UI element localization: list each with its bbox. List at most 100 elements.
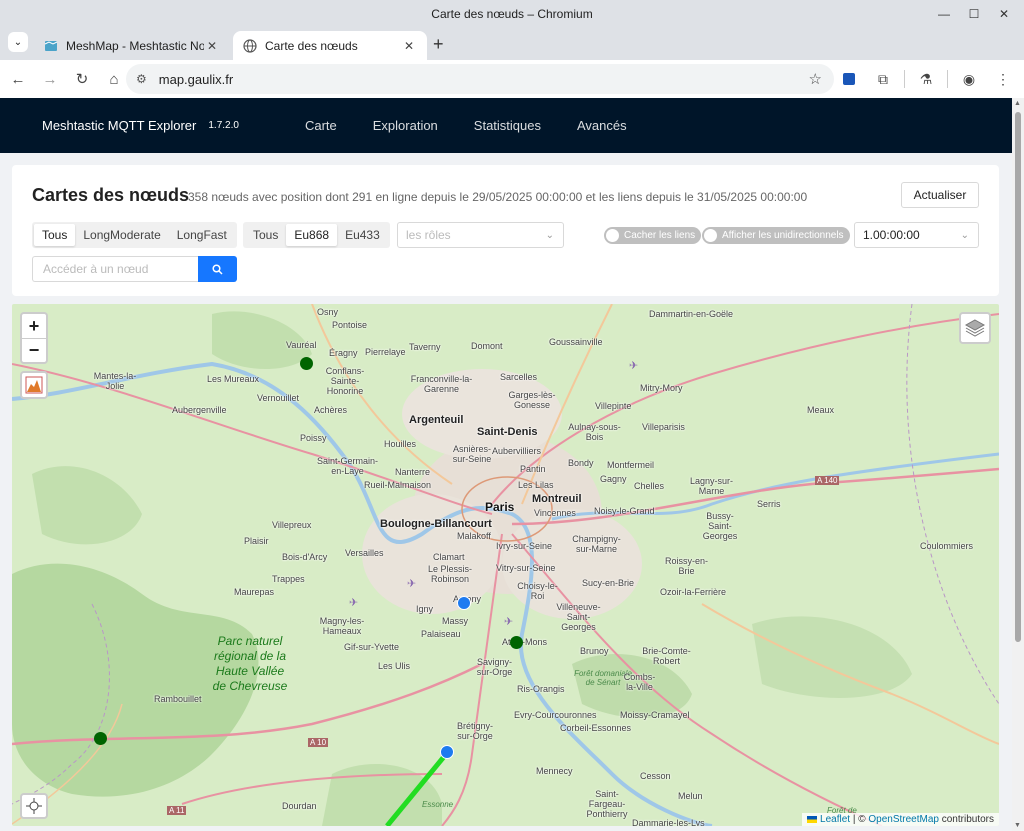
leaflet-link[interactable]: Leaflet: [820, 814, 850, 825]
map-label: Osny: [317, 307, 339, 317]
address-bar[interactable]: ⚙ map.gaulix.fr ☆: [126, 64, 834, 94]
scroll-down-icon[interactable]: ▼: [1014, 822, 1021, 829]
svg-text:✈: ✈: [407, 577, 416, 590]
locate-button[interactable]: [20, 793, 48, 819]
map-attribution: Leaflet | © OpenStreetMap contributors: [802, 813, 999, 826]
map-label: Poissy: [300, 433, 327, 443]
home-icon[interactable]: ⌂: [100, 65, 128, 93]
hide-links-toggle[interactable]: Cacher les liens: [604, 227, 702, 244]
map-favicon-icon: [44, 39, 58, 53]
scroll-up-icon[interactable]: ▲: [1014, 100, 1021, 107]
new-tab-icon[interactable]: +: [433, 34, 444, 55]
unidirectional-toggle[interactable]: Afficher les unidirectionnels: [702, 227, 850, 244]
map-label: Saint-Fargeau-Ponthierry: [586, 789, 628, 819]
svg-text:✈: ✈: [629, 359, 638, 372]
search-button[interactable]: [198, 256, 237, 282]
svg-text:✈: ✈: [349, 596, 358, 609]
duration-value: 1.00:00:00: [863, 228, 920, 242]
app-version: 1.7.2.0: [208, 120, 239, 131]
map-label: Brie-Comte-Robert: [642, 646, 691, 666]
arrow-right-icon[interactable]: →: [36, 65, 64, 93]
puzzle-extensions-icon[interactable]: ⧉: [870, 66, 896, 92]
map-label: Le Plessis-Robinson: [427, 564, 472, 584]
refresh-button[interactable]: Actualiser: [901, 182, 979, 208]
elevation-profile-button[interactable]: [20, 371, 48, 399]
page-title: Cartes des nœuds: [32, 185, 190, 205]
region-option-eu868[interactable]: Eu868: [286, 224, 338, 246]
map-label: Gagny: [600, 474, 627, 484]
extension-badge-icon[interactable]: [836, 66, 862, 92]
crosshair-icon: [26, 798, 42, 814]
preset-filter: Tous LongModerate LongFast: [32, 222, 237, 248]
map-label: Aubergenville: [172, 405, 227, 415]
tab-meshmap[interactable]: MeshMap - Meshtastic Node ✕: [34, 31, 230, 60]
map-label: Ivry-sur-Seine: [496, 541, 553, 551]
minimize-icon[interactable]: —: [934, 4, 954, 24]
map-label: Brétigny-sur-Orge: [456, 721, 493, 741]
osm-link[interactable]: OpenStreetMap: [868, 814, 939, 825]
layers-button[interactable]: [959, 312, 991, 344]
tab-close-icon[interactable]: ✕: [204, 39, 220, 53]
preset-option-longfast[interactable]: LongFast: [169, 224, 235, 246]
map-label: Taverny: [409, 342, 441, 352]
map-label: Palaiseau: [421, 629, 461, 639]
road-shield: A 11: [167, 806, 187, 815]
menu-item-carte[interactable]: Carte: [287, 118, 355, 133]
bookmark-star-icon[interactable]: ☆: [809, 70, 822, 88]
tab-carte-noeuds[interactable]: Carte des nœuds ✕: [233, 31, 427, 60]
node-marker[interactable]: [300, 357, 313, 370]
zoom-in-button[interactable]: +: [22, 314, 46, 338]
preset-option-longmoderate[interactable]: LongModerate: [75, 224, 168, 246]
maximize-icon[interactable]: ☐: [964, 4, 984, 24]
map-label: Paris: [485, 500, 515, 514]
nodes-summary: 358 nœuds avec position dont 291 en lign…: [188, 190, 808, 204]
region-option-all[interactable]: Tous: [245, 224, 286, 246]
map-label: Villepreux: [272, 520, 312, 530]
map-label: Trappes: [272, 574, 305, 584]
menu-item-avances[interactable]: Avancés: [559, 118, 645, 133]
map-label: Bondy: [568, 458, 594, 468]
profile-avatar-icon[interactable]: ◉: [956, 66, 982, 92]
roles-select[interactable]: les rôles ⌄: [397, 222, 564, 248]
map-label: Aulnay-sous-Bois: [568, 422, 621, 442]
map-label: Brunoy: [580, 646, 609, 656]
site-info-icon[interactable]: ⚙: [136, 72, 147, 86]
duration-select[interactable]: 1.00:00:00 ⌄: [854, 222, 979, 248]
map-label: Garges-lès-Gonesse: [508, 390, 556, 410]
node-search: [32, 256, 237, 282]
reload-icon[interactable]: ↻: [68, 65, 96, 93]
map-label: Montfermeil: [607, 460, 655, 470]
map-label: Magny-les-Hameaux: [319, 616, 365, 636]
map-label: Dourdan: [282, 801, 317, 811]
node-marker[interactable]: [94, 732, 107, 745]
preset-option-all[interactable]: Tous: [34, 224, 76, 246]
arrow-left-icon[interactable]: ←: [4, 65, 32, 93]
map-label: Sucy-en-Brie: [582, 578, 635, 588]
menu-kebab-icon[interactable]: ⋮: [990, 66, 1016, 92]
menu-item-statistiques[interactable]: Statistiques: [456, 118, 559, 133]
node-search-input[interactable]: [32, 256, 198, 282]
zoom-out-button[interactable]: −: [22, 338, 46, 362]
tab-search-icon[interactable]: ⌄: [8, 32, 28, 52]
node-marker[interactable]: [510, 636, 523, 649]
scrollbar-thumb[interactable]: [1015, 112, 1021, 642]
map-label: Bussy-Saint-Georges: [702, 511, 738, 541]
url-text: map.gaulix.fr: [158, 71, 234, 87]
menu-item-exploration[interactable]: Exploration: [355, 118, 456, 133]
map-label: Houilles: [384, 439, 417, 449]
labs-flask-icon[interactable]: ⚗: [913, 66, 939, 92]
map-label: Montreuil: [532, 493, 582, 505]
tab-close-icon[interactable]: ✕: [401, 39, 417, 53]
page-scrollbar[interactable]: ▲ ▼: [1012, 98, 1024, 831]
map-label: Éragny: [329, 348, 358, 358]
region-option-eu433[interactable]: Eu433: [337, 224, 388, 246]
map-label: Les Lilas: [518, 480, 554, 490]
nodes-map[interactable]: ✈ ✈ ✈ ✈ Osny Pontoise Vauréal Éragny Pie…: [12, 304, 999, 826]
brand-title[interactable]: Meshtastic MQTT Explorer: [42, 118, 196, 133]
close-window-icon[interactable]: ✕: [994, 4, 1014, 24]
map-label: Combs-la-Ville: [623, 672, 656, 692]
node-marker-selected[interactable]: [440, 745, 454, 759]
node-marker-selected[interactable]: [457, 596, 471, 610]
map-label: Pierrelaye: [365, 347, 406, 357]
map-label: Cesson: [640, 771, 671, 781]
